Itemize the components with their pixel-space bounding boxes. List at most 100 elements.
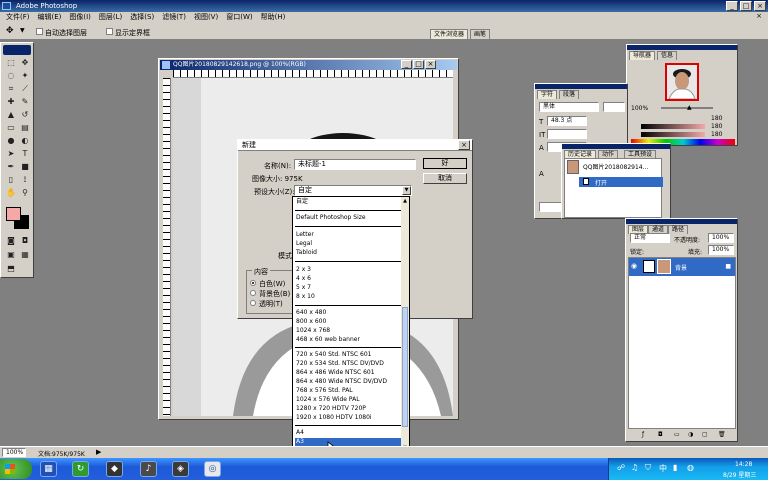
scroll-up-icon[interactable]: ▲ — [401, 197, 409, 205]
photoshop-taskbar-icon[interactable]: ◎ — [204, 461, 221, 477]
layer-mask-icon[interactable]: ◘ — [658, 431, 663, 438]
tab-file-browser[interactable]: 文件浏览器 — [430, 29, 469, 39]
quick-mask-icon[interactable]: ◙ — [4, 235, 18, 247]
navigator-zoom[interactable]: 100% — [631, 105, 648, 112]
dropdown-scrollbar[interactable]: ▲ ▼ — [401, 197, 409, 452]
font-size-input[interactable]: 48.3 点 — [547, 116, 587, 126]
microphone-icon[interactable]: ♪ — [140, 461, 157, 477]
show-desktop-icon[interactable]: ▦ — [40, 461, 57, 477]
layer-style-icon[interactable]: ƒ — [642, 431, 644, 438]
preset-option[interactable]: 1024 x 576 Wide PAL — [295, 396, 401, 404]
lasso-icon[interactable]: ◌ — [4, 70, 18, 82]
volume-icon[interactable]: ♫ — [631, 463, 638, 472]
minimize-button[interactable]: _ — [726, 1, 738, 11]
tab-paragraph[interactable]: 段落 — [559, 90, 580, 99]
menu-file[interactable]: 文件(F) — [2, 12, 34, 23]
path-select-icon[interactable]: ➤ — [4, 148, 18, 160]
preset-option[interactable]: Letter — [295, 231, 401, 239]
zoom-icon[interactable]: ⚲ — [18, 187, 32, 199]
preset-option[interactable]: 5 x 7 — [295, 284, 401, 292]
navigator-thumbnail[interactable] — [665, 63, 699, 101]
menu-layer[interactable]: 图层(L) — [95, 12, 126, 23]
hand-icon[interactable]: ✋ — [4, 187, 18, 199]
shield-icon[interactable]: ⛉ — [645, 463, 651, 473]
preset-option[interactable]: 1920 x 1080 HDTV 1080i — [295, 414, 401, 422]
network-icon[interactable]: ☍ — [617, 463, 625, 472]
blur-icon[interactable]: ● — [4, 135, 18, 147]
tab-navigator[interactable]: 导航器 — [629, 51, 656, 60]
ime-icon[interactable]: 中 — [659, 463, 667, 474]
jump-to-imageready-icon[interactable]: ⬒ — [4, 263, 18, 275]
move-icon[interactable]: ✥ — [6, 26, 14, 36]
ie-refresh-icon[interactable]: ↻ — [72, 461, 89, 477]
preset-option[interactable]: 800 x 600 — [295, 318, 401, 326]
name-input[interactable]: 未标题-1 — [294, 159, 416, 170]
screen-mode-icon[interactable]: ▣ — [4, 249, 18, 261]
vertical-scale-input[interactable] — [547, 129, 587, 139]
doc-close-icon[interactable]: × — [752, 12, 766, 23]
preset-option[interactable]: 2 x 3 — [295, 266, 401, 274]
menu-view[interactable]: 视图(V) — [190, 12, 222, 23]
tab-paths[interactable]: 路径 — [668, 225, 689, 234]
show-bounds-checkbox[interactable] — [106, 28, 113, 35]
tab-info[interactable]: 信息 — [657, 51, 678, 60]
snapshot-thumbnail[interactable] — [567, 160, 579, 174]
preset-option[interactable]: 4 x 6 — [295, 275, 401, 283]
preset-option[interactable]: 自定 — [295, 198, 401, 206]
type-icon[interactable]: T — [18, 148, 32, 160]
brush-link-icon[interactable] — [643, 260, 655, 273]
cancel-button[interactable]: 取消 — [423, 173, 467, 184]
media-player-icon[interactable]: ◆ — [106, 461, 123, 477]
tray-date[interactable]: 8/29 星期三 — [723, 470, 756, 479]
transparent-radio[interactable] — [250, 300, 256, 306]
start-button[interactable] — [0, 459, 32, 479]
pen-icon[interactable]: ✒ — [4, 161, 18, 173]
scroll-thumb[interactable] — [402, 307, 408, 427]
trash-icon[interactable]: 🗑 — [718, 431, 726, 438]
preset-option[interactable]: 720 x 540 Std. NTSC 601 — [295, 351, 401, 359]
font-family-select[interactable]: 黑体 — [539, 102, 599, 112]
preset-option[interactable]: 8 x 10 — [295, 293, 401, 301]
brush-icon[interactable]: ✎ — [18, 96, 32, 108]
auto-select-checkbox[interactable] — [36, 28, 43, 35]
screen-mode-full-icon[interactable]: ▦ — [18, 249, 32, 261]
adjustment-layer-icon[interactable]: ◑ — [688, 431, 693, 438]
foreground-color-fill[interactable] — [6, 207, 21, 221]
ok-button[interactable]: 好 — [423, 158, 467, 169]
fill-input[interactable]: 100% — [708, 245, 734, 255]
dodge-icon[interactable]: ◐ — [18, 135, 32, 147]
eyedropper-icon[interactable]: ⟟ — [18, 174, 32, 186]
preset-option[interactable]: 640 x 480 — [295, 309, 401, 317]
preset-size-select[interactable]: 自定 — [294, 185, 412, 196]
new-layer-icon[interactable]: ▢ — [702, 431, 708, 438]
preset-option[interactable]: 468 x 60 web banner — [295, 336, 401, 344]
navigator-zoom-in-icon[interactable]: ▲ — [687, 104, 692, 111]
menu-filter[interactable]: 滤镜(T) — [158, 12, 190, 23]
notes-icon[interactable]: ▯ — [4, 174, 18, 186]
healing-icon[interactable]: ✚ — [4, 96, 18, 108]
chevron-down-icon[interactable]: ▼ — [20, 27, 25, 34]
white-radio[interactable] — [250, 280, 256, 286]
menu-image[interactable]: 图像(I) — [65, 12, 95, 23]
tray-time[interactable]: 14:28 — [735, 461, 752, 468]
menu-select[interactable]: 选择(S) — [126, 12, 158, 23]
history-brush-icon[interactable]: ↺ — [18, 109, 32, 121]
slice-icon[interactable]: ⟋ — [18, 83, 32, 95]
status-arrow-icon[interactable]: ▶ — [96, 448, 101, 456]
doc-maximize-button[interactable]: □ — [413, 60, 424, 69]
color-ramp-b[interactable] — [641, 132, 705, 137]
eraser-icon[interactable]: ▭ — [4, 122, 18, 134]
close-button[interactable]: × — [754, 1, 766, 11]
layer-thumbnail[interactable] — [657, 259, 671, 274]
blend-mode-select[interactable]: 正常 — [630, 233, 670, 243]
crop-icon[interactable]: ⌗ — [4, 83, 18, 95]
preset-option[interactable]: 864 x 486 Wide NTSC 601 — [295, 369, 401, 377]
tab-brushes[interactable]: 画笔 — [470, 29, 491, 39]
history-step-row[interactable]: 打开 — [579, 177, 663, 187]
preset-dropdown-chevron-icon[interactable]: ▼ — [402, 186, 411, 195]
battery-icon[interactable]: ▮ — [673, 463, 677, 472]
preset-option[interactable]: A4 — [295, 429, 401, 437]
preset-option[interactable]: 864 x 480 Wide NTSC DV/DVD — [295, 378, 401, 386]
layer-set-icon[interactable]: ▭ — [674, 431, 680, 438]
stamp-icon[interactable]: ▲ — [4, 109, 18, 121]
